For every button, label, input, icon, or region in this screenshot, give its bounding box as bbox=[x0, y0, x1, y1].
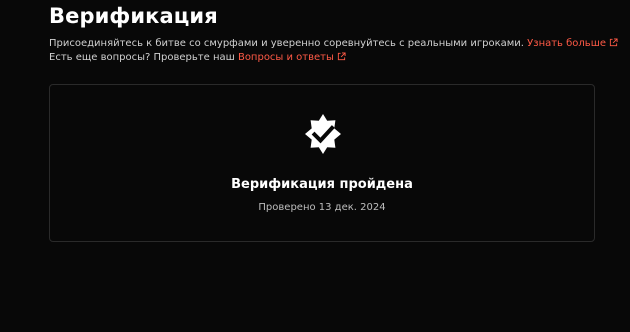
verification-date: Проверено 13 дек. 2024 bbox=[258, 202, 386, 213]
description-line-2: Есть еще вопросы? Проверьте наш Вопросы … bbox=[49, 51, 618, 65]
page-description: Присоединяйтесь к битве со смурфами и ув… bbox=[49, 37, 618, 65]
learn-more-link[interactable]: Узнать больше bbox=[527, 38, 618, 49]
page-title: Верификация bbox=[49, 4, 218, 28]
description-text-2: Есть еще вопросы? Проверьте наш bbox=[49, 52, 235, 63]
learn-more-label: Узнать больше bbox=[527, 38, 607, 49]
description-line-1: Присоединяйтесь к битве со смурфами и ув… bbox=[49, 37, 618, 51]
verification-status-card: Верификация пройдена Проверено 13 дек. 2… bbox=[49, 84, 595, 242]
verified-badge-icon bbox=[305, 114, 341, 154]
verification-status-title: Верификация пройдена bbox=[231, 177, 413, 192]
external-link-icon bbox=[337, 52, 346, 61]
description-text-1: Присоединяйтесь к битве со смурфами и ув… bbox=[49, 38, 524, 49]
external-link-icon bbox=[609, 38, 618, 47]
faq-link[interactable]: Вопросы и ответы bbox=[238, 52, 346, 63]
faq-label: Вопросы и ответы bbox=[237, 52, 334, 63]
